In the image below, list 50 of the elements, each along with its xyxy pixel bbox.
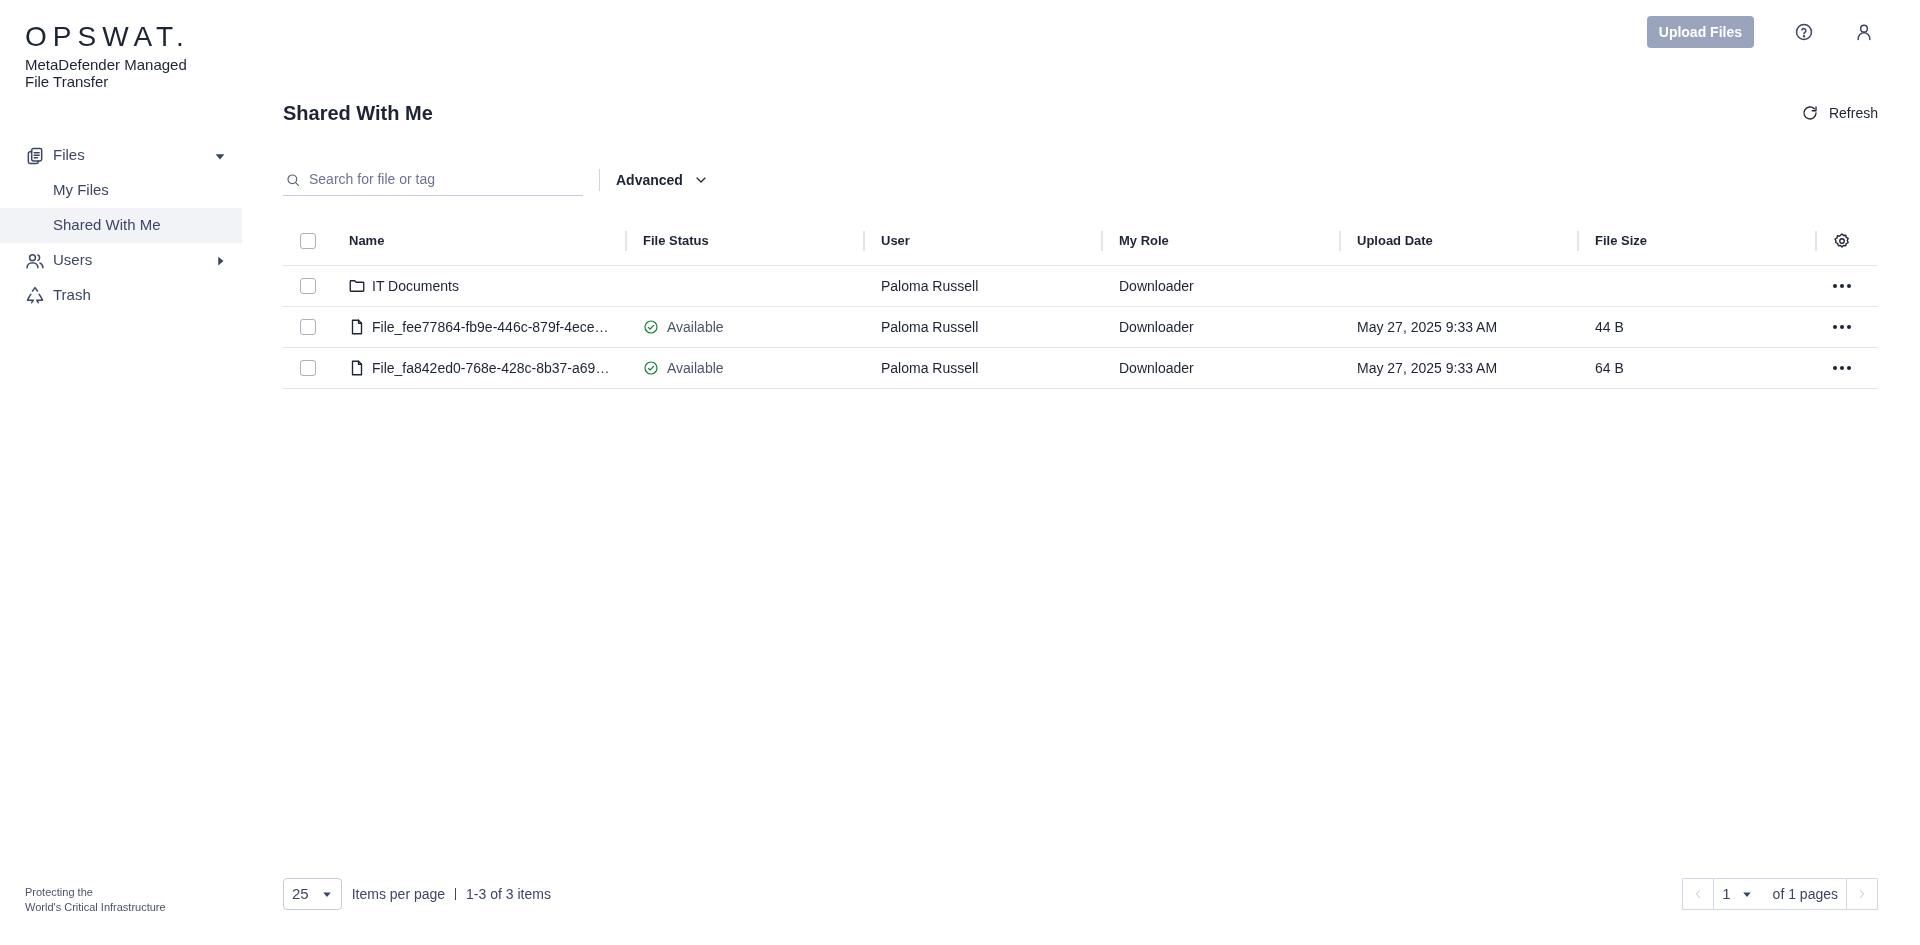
checkbox[interactable] — [300, 319, 316, 335]
column-header[interactable]: User — [865, 230, 910, 251]
table-cell: May 27, 2025 9:33 AM — [1357, 359, 1498, 376]
file-name-link[interactable]: File_fee77864-fb9e-446c-879f-4ece… — [372, 316, 609, 338]
table-cell: Downloader — [1119, 359, 1194, 376]
status-text: Available — [667, 317, 724, 337]
item-range: 1-3 of 3 items — [466, 884, 551, 904]
folder-icon — [348, 277, 366, 295]
settings-icon[interactable] — [1833, 231, 1851, 250]
status-text: Available — [667, 358, 724, 378]
sidebar-item[interactable]: Trash — [0, 278, 242, 313]
refresh-button[interactable]: Refresh — [1800, 102, 1878, 124]
column-header[interactable]: Upload Date — [1341, 230, 1433, 251]
file-name-link[interactable]: IT Documents — [372, 275, 459, 297]
product-name: MetaDefender Managed File Transfer — [24, 56, 188, 90]
tagline: Protecting the World's Critical Infrastructure — [24, 885, 167, 915]
column-header[interactable]: My Role — [1103, 230, 1169, 251]
table-cell: Paloma Russell — [881, 359, 979, 376]
table-cell: Paloma Russell — [881, 318, 979, 335]
sidebar-item[interactable]: Users — [0, 243, 242, 278]
refresh-icon — [1800, 104, 1819, 122]
advanced-dropdown[interactable]: Advanced — [616, 169, 709, 191]
check-circle-icon — [643, 319, 659, 335]
table-cell: Downloader — [1119, 318, 1194, 335]
sidebar-item[interactable]: Shared With Me — [0, 208, 242, 243]
table-cell: Downloader — [1119, 277, 1194, 294]
table-cell: 44 B — [1595, 318, 1624, 335]
files-icon — [25, 145, 45, 166]
file-name-link[interactable]: File_fa842ed0-768e-428c-8b37-a69… — [372, 357, 610, 379]
column-header[interactable]: File Status — [627, 230, 709, 251]
help-icon[interactable] — [1794, 22, 1814, 42]
search-icon — [285, 171, 301, 188]
table-cell: May 27, 2025 9:33 AM — [1357, 318, 1498, 335]
table-cell: 64 B — [1595, 359, 1624, 376]
page-size-select[interactable]: 25 — [283, 878, 342, 910]
search-field[interactable]: Search for file or tag — [309, 169, 581, 190]
checkbox[interactable] — [300, 360, 316, 376]
items-per-page-label: Items per page — [351, 884, 446, 904]
checkbox[interactable] — [300, 278, 316, 294]
column-header[interactable]: File Size — [1579, 230, 1648, 251]
logo: OPSWAT. — [24, 22, 191, 52]
column-header[interactable]: Name — [348, 230, 385, 251]
sidebar-item[interactable]: Files — [0, 138, 242, 173]
checkbox[interactable] — [300, 232, 316, 249]
recycle-icon — [25, 285, 45, 306]
sidebar-item[interactable]: My Files — [0, 173, 242, 208]
user-icon[interactable] — [1854, 22, 1874, 42]
check-circle-icon — [643, 360, 659, 376]
page-title: Shared With Me — [283, 101, 433, 126]
table-cell: Paloma Russell — [881, 277, 979, 294]
